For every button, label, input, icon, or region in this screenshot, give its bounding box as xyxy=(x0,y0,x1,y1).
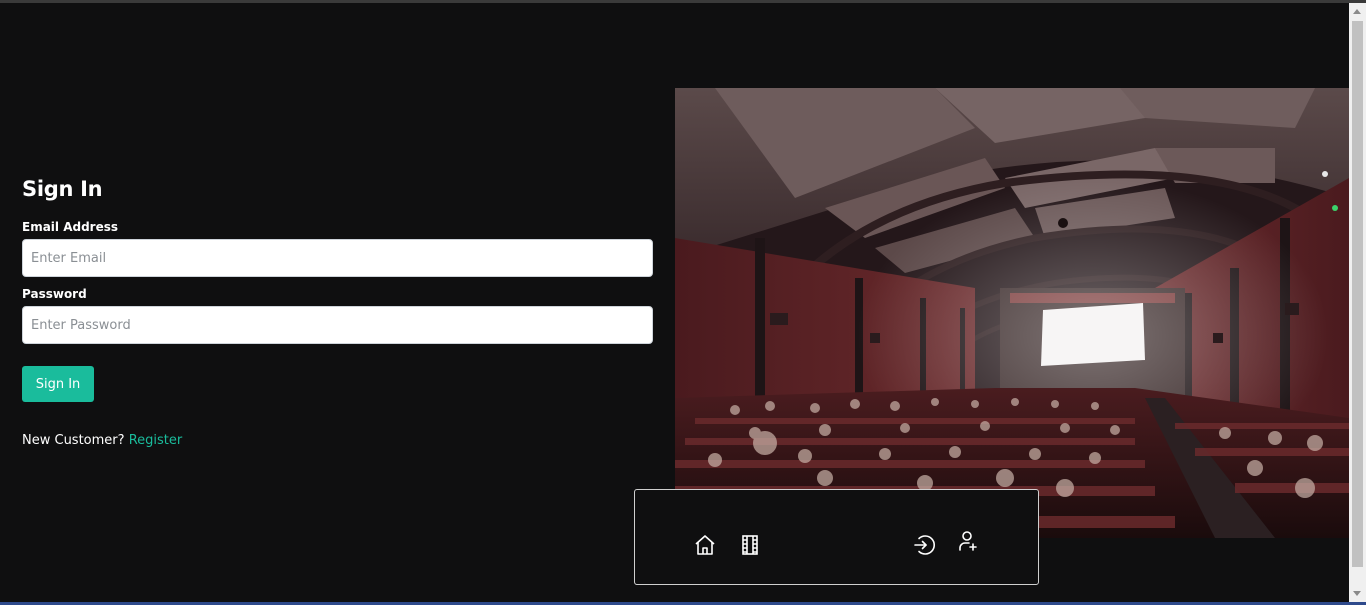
email-field[interactable] xyxy=(22,239,653,277)
cinema-hall-image xyxy=(675,88,1349,538)
page-title: Sign In xyxy=(22,177,103,201)
password-label: Password xyxy=(22,287,87,301)
bottom-nav xyxy=(634,489,1039,585)
scroll-down-icon[interactable] xyxy=(1353,591,1361,596)
password-field[interactable] xyxy=(22,306,653,344)
scroll-up-icon[interactable] xyxy=(1353,9,1361,14)
email-label: Email Address xyxy=(22,220,119,234)
home-icon[interactable] xyxy=(693,533,717,557)
login-icon[interactable] xyxy=(912,533,936,557)
register-link[interactable]: Register xyxy=(129,433,183,448)
page: Sign In Email Address Password Sign In N… xyxy=(0,3,1349,602)
vertical-scrollbar[interactable] xyxy=(1349,3,1366,602)
scrollbar-thumb[interactable] xyxy=(1352,21,1363,567)
new-customer-text: New Customer? xyxy=(22,433,125,448)
add-user-icon[interactable] xyxy=(956,529,980,553)
film-icon[interactable] xyxy=(738,533,762,557)
new-customer-prompt: New Customer? Register xyxy=(22,433,182,448)
sign-in-button[interactable]: Sign In xyxy=(22,366,94,402)
